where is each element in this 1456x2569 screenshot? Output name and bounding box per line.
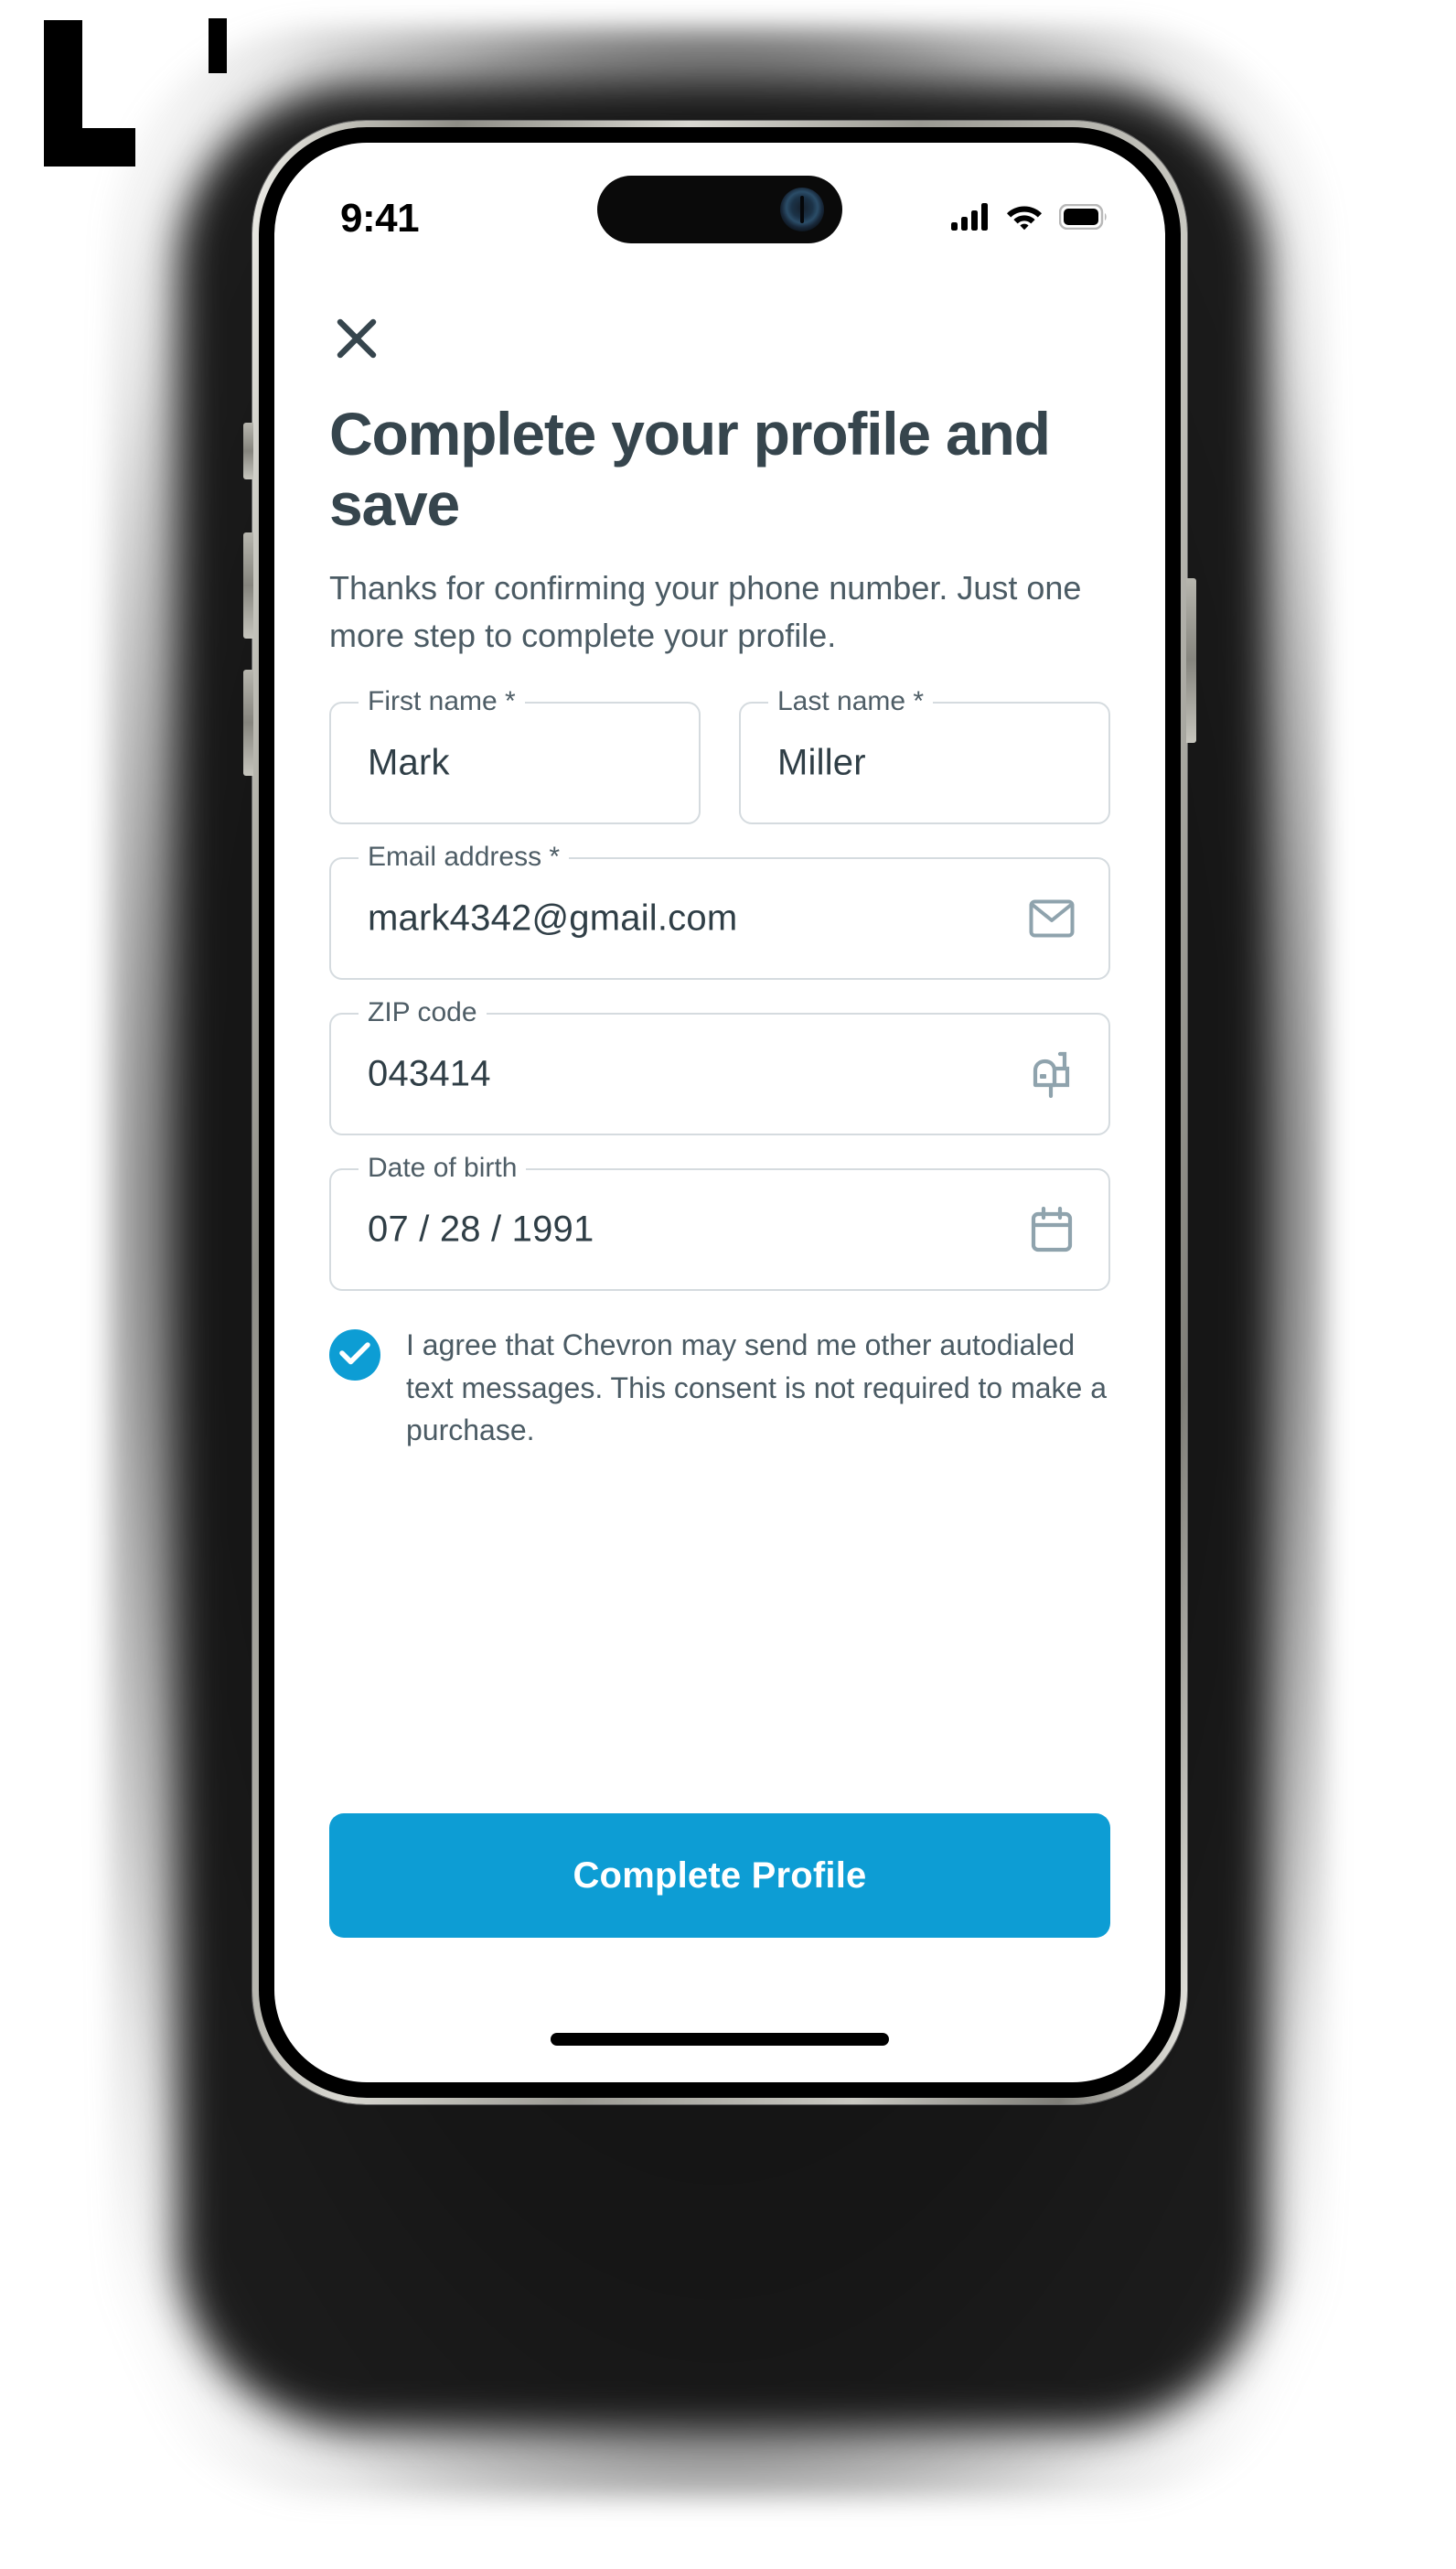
zip-code-label: ZIP code bbox=[359, 997, 487, 1029]
render-artifact bbox=[209, 18, 227, 73]
profile-form: First name * Mark Last name * Miller Ema… bbox=[329, 686, 1110, 1292]
status-bar-clock: 9:41 bbox=[340, 196, 420, 241]
phone-screen: 9:41 Complete your profile and save Than… bbox=[274, 143, 1165, 2082]
date-of-birth-label: Date of birth bbox=[359, 1153, 527, 1185]
close-x-icon bbox=[333, 315, 380, 367]
calendar-icon[interactable] bbox=[1026, 1204, 1077, 1255]
phone-bezel: 9:41 Complete your profile and save Than… bbox=[259, 127, 1181, 2098]
mailbox-icon[interactable] bbox=[1026, 1048, 1077, 1100]
last-name-value: Miller bbox=[777, 742, 866, 783]
battery-full-icon bbox=[1058, 203, 1108, 234]
page-content: Complete your profile and save Thanks fo… bbox=[274, 260, 1165, 2082]
name-fields-row: First name * Mark Last name * Miller bbox=[329, 686, 1110, 857]
home-indicator[interactable] bbox=[551, 2033, 889, 2046]
cta-container: Complete Profile bbox=[329, 1813, 1110, 1938]
consent-text: I agree that Chevron may send me other a… bbox=[406, 1328, 1108, 1447]
date-of-birth-value: 07 / 28 / 1991 bbox=[368, 1209, 594, 1250]
checkmark-icon bbox=[339, 1340, 370, 1370]
page-subtitle: Thanks for confirming your phone number.… bbox=[329, 569, 1082, 655]
envelope-icon[interactable] bbox=[1026, 893, 1077, 944]
zip-code-field[interactable]: ZIP code 043414 bbox=[329, 997, 1110, 1136]
date-of-birth-field[interactable]: Date of birth 07 / 28 / 1991 bbox=[329, 1153, 1110, 1292]
cellular-signal-icon bbox=[951, 202, 990, 235]
mute-switch-button[interactable] bbox=[243, 423, 253, 479]
volume-up-button[interactable] bbox=[243, 532, 253, 639]
page-title: Complete your profile and save bbox=[329, 400, 1051, 538]
wifi-icon bbox=[1006, 203, 1043, 235]
consent-checkbox-row[interactable]: I agree that Chevron may send me other a… bbox=[329, 1324, 1110, 1451]
phone-device-frame: 9:41 Complete your profile and save Than… bbox=[243, 121, 1196, 2104]
email-address-field[interactable]: Email address * mark4342@gmail.com bbox=[329, 842, 1110, 981]
email-address-label: Email address * bbox=[359, 842, 570, 874]
close-button[interactable] bbox=[329, 313, 384, 368]
front-camera-icon bbox=[780, 188, 824, 231]
first-name-label: First name * bbox=[359, 686, 525, 718]
first-name-value: Mark bbox=[368, 742, 450, 783]
volume-down-button[interactable] bbox=[243, 670, 253, 776]
consent-checkbox[interactable] bbox=[329, 1329, 380, 1381]
email-address-value: mark4342@gmail.com bbox=[368, 898, 738, 939]
last-name-field[interactable]: Last name * Miller bbox=[739, 686, 1110, 825]
last-name-label: Last name * bbox=[768, 686, 934, 718]
power-button[interactable] bbox=[1186, 578, 1196, 743]
zip-code-value: 043414 bbox=[368, 1053, 491, 1094]
status-bar-icons bbox=[951, 202, 1108, 235]
first-name-field[interactable]: First name * Mark bbox=[329, 686, 701, 825]
render-artifact bbox=[44, 128, 135, 167]
dynamic-island bbox=[597, 176, 842, 243]
complete-profile-button[interactable]: Complete Profile bbox=[329, 1813, 1110, 1938]
